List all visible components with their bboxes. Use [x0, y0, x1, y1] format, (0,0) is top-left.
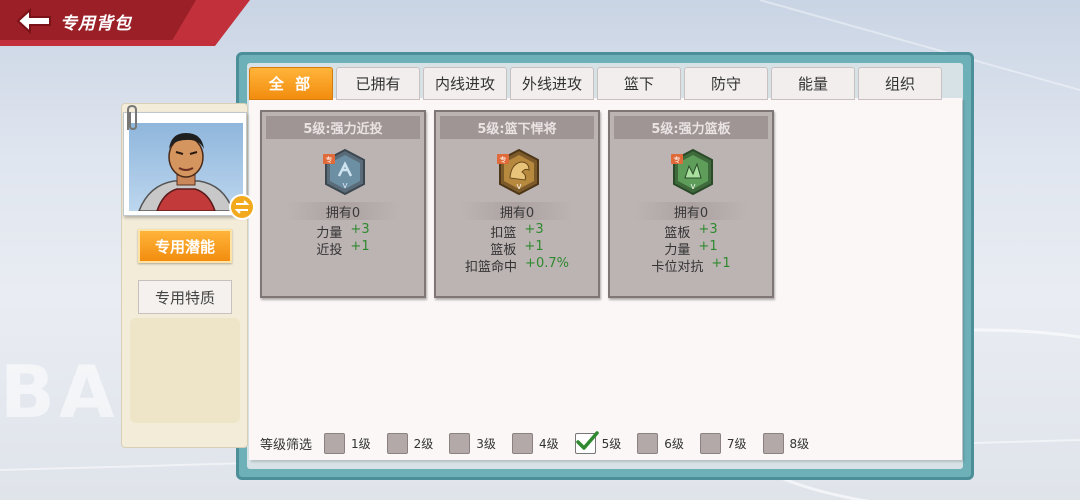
stat-value: +1	[524, 239, 544, 254]
level-filter-7[interactable]: 7级	[699, 433, 747, 454]
stat-name: 卡位对抗	[651, 260, 704, 275]
checkmark-icon	[575, 431, 599, 450]
checkbox[interactable]	[386, 433, 408, 454]
level-filter-option-label: 3级	[476, 437, 496, 451]
stat-row: 力量 +1	[610, 239, 772, 258]
stat-name: 篮板	[490, 243, 517, 258]
card-owned-count: 拥有0	[673, 206, 709, 221]
card-grade: V	[517, 183, 522, 191]
card-badge: 专	[326, 155, 333, 164]
level-filter-option-label: 8级	[789, 437, 810, 451]
level-filter: 等级筛选 1级 2级 3级 4级 5级 6级 7级 8级	[260, 431, 825, 454]
stat-value: +0.7%	[525, 256, 569, 271]
paperclip-icon	[127, 104, 137, 131]
swap-player-button[interactable]	[229, 194, 255, 220]
tab-paint[interactable]: 篮下	[597, 67, 681, 100]
category-tabs: 全 部 已拥有 内线进攻 外线进攻 篮下 防守 能量 组织	[249, 67, 942, 100]
back-arrow-icon	[16, 8, 51, 34]
tab-energy[interactable]: 能量	[771, 67, 855, 100]
tab-inside-offense[interactable]: 内线进攻	[423, 67, 507, 100]
checkbox[interactable]	[762, 433, 784, 454]
level-filter-option-label: 7级	[726, 437, 747, 451]
card-title: 5级:强力近投	[266, 116, 420, 139]
tab-all[interactable]: 全 部	[249, 67, 333, 100]
checkbox-checked[interactable]	[574, 431, 599, 454]
card-owned-count: 拥有0	[499, 206, 535, 221]
stat-value: +3	[698, 222, 718, 237]
card-title: 5级:篮下悍将	[440, 116, 594, 139]
level-filter-option-label: 2级	[413, 437, 434, 451]
level-filter-4[interactable]: 4级	[511, 433, 559, 454]
level-filter-2[interactable]: 2级	[386, 433, 434, 454]
strength-shot-badge-icon: V 专	[323, 148, 365, 196]
potential-card[interactable]: 5级:篮下悍将 V 专 拥有0 扣篮 +3 篮板 +1 扣篮命中 +0.7%	[434, 110, 600, 298]
level-filter-3[interactable]: 3级	[449, 433, 496, 454]
tab-playmaking[interactable]: 组织	[858, 67, 942, 100]
stat-row: 扣篮 +3	[436, 222, 598, 241]
stat-row: 篮板 +1	[436, 239, 598, 258]
stat-value: +1	[350, 239, 370, 254]
level-filter-6[interactable]: 6级	[637, 433, 684, 454]
card-stats: 篮板 +3 力量 +1 卡位对抗 +1	[610, 222, 772, 275]
checkbox[interactable]	[699, 433, 721, 454]
level-filter-8[interactable]: 8级	[762, 433, 810, 454]
checkbox[interactable]	[324, 433, 346, 454]
stat-row: 篮板 +3	[610, 222, 772, 241]
stat-value: +1	[711, 256, 731, 271]
level-filter-1[interactable]: 1级	[324, 433, 371, 454]
player-portrait	[129, 123, 243, 211]
stat-name: 近投	[316, 243, 343, 258]
card-stats: 扣篮 +3 篮板 +1 扣篮命中 +0.7%	[436, 222, 598, 275]
stat-row: 卡位对抗 +1	[610, 256, 772, 275]
stat-value: +3	[350, 222, 370, 237]
potential-card[interactable]: 5级:强力篮板 V 专 拥有0 篮板 +3 力量 +1 卡位对抗 +1	[608, 110, 774, 298]
card-stats: 力量 +3 近投 +1	[262, 222, 424, 258]
stat-value: +3	[524, 222, 544, 237]
strength-rebound-badge-icon: V 专	[671, 148, 713, 196]
level-filter-option-label: 5级	[601, 437, 622, 451]
card-badge: 专	[674, 155, 681, 164]
stat-name: 篮板	[664, 226, 691, 241]
card-badge: 专	[500, 155, 507, 164]
checkbox[interactable]	[637, 433, 659, 454]
level-filter-option-label: 4级	[538, 437, 559, 451]
checkbox[interactable]	[449, 433, 471, 454]
stat-name: 力量	[316, 226, 343, 241]
potential-card[interactable]: 5级:强力近投 V 专 拥有0 力量 +3 近投 +1	[260, 110, 426, 298]
back-button[interactable]	[14, 6, 54, 36]
sidebar-lower-panel	[130, 318, 240, 423]
tab-owned[interactable]: 已拥有	[336, 67, 420, 100]
stat-name: 扣篮	[490, 226, 517, 241]
stat-name: 力量	[664, 243, 691, 258]
tab-outside-offense[interactable]: 外线进攻	[510, 67, 594, 100]
card-grade: V	[343, 182, 348, 190]
stat-row: 近投 +1	[262, 239, 424, 258]
player-avatar-image	[138, 133, 234, 211]
level-filter-5[interactable]: 5级	[574, 431, 622, 454]
card-title: 5级:强力篮板	[614, 116, 768, 139]
stat-row: 力量 +3	[262, 222, 424, 241]
stat-name: 扣篮命中	[465, 260, 518, 275]
level-filter-option-label: 1级	[351, 437, 371, 451]
card-owned-count: 拥有0	[325, 206, 361, 221]
stat-value: +1	[698, 239, 718, 254]
swap-arrows-icon	[234, 200, 250, 214]
level-filter-label: 等级筛选	[260, 438, 313, 453]
stat-row: 扣篮命中 +0.7%	[436, 256, 598, 275]
level-filter-option-label: 6级	[664, 437, 684, 451]
exclusive-trait-button[interactable]: 专用特质	[138, 280, 232, 314]
exclusive-potential-button[interactable]: 专用潜能	[138, 229, 232, 263]
checkbox[interactable]	[511, 433, 533, 454]
paint-warrior-badge-icon: V 专	[497, 148, 539, 196]
tab-defense[interactable]: 防守	[684, 67, 768, 100]
page-title: 专用背包	[60, 14, 132, 34]
card-grade: V	[691, 183, 696, 191]
